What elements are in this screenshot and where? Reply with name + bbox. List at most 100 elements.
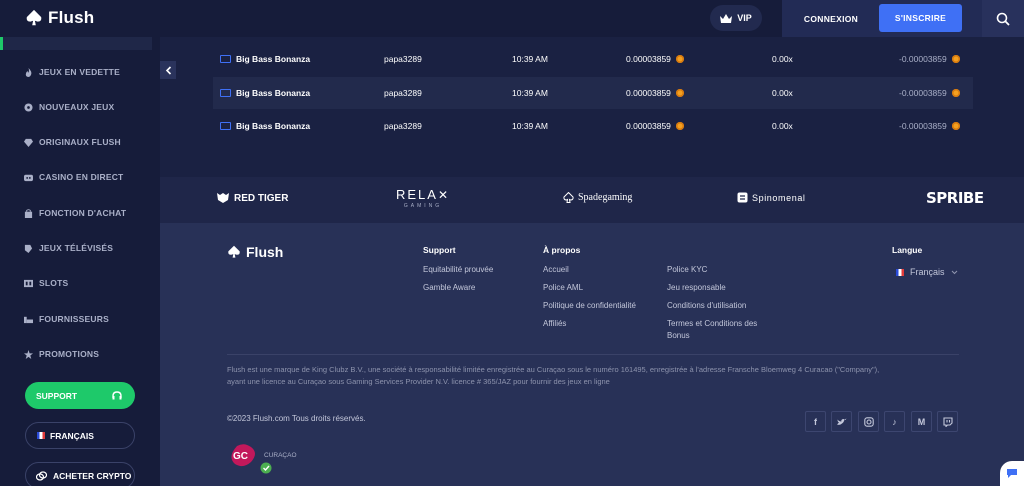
twitch-button[interactable]	[937, 411, 958, 432]
footer-link-home[interactable]: Accueil	[543, 265, 569, 274]
language-label: FRANÇAIS	[50, 430, 94, 441]
footer-legal-text: Flush est une marque de King Clubz B.V.,…	[227, 364, 947, 388]
footer-link-responsible-gaming[interactable]: Jeu responsable	[667, 283, 726, 292]
provider-spadegaming[interactable]: Spadegaming	[563, 192, 632, 203]
sidebar-item-tv-games[interactable]: JEUX TÉLÉVISÉS	[24, 243, 113, 253]
provider-spribe[interactable]: SPRIBE	[926, 189, 984, 207]
sidebar-item-label: FONCTION D'ACHAT	[39, 208, 127, 218]
gaming-curacao-seal[interactable]: GC CURAÇAO	[229, 442, 297, 474]
table-row: Big Bass Bonanza papa3289 10:39 AM 0.000…	[213, 110, 973, 142]
headset-icon	[112, 391, 122, 400]
game-cell[interactable]: Big Bass Bonanza	[220, 110, 310, 142]
provider-red-tiger[interactable]: RED TIGER	[216, 192, 288, 204]
sidebar-item-slots[interactable]: SLOTS	[24, 278, 68, 288]
sidebar-item-live-casino[interactable]: CASINO EN DIRECT	[24, 172, 123, 182]
footer-link-bonus-terms-cont[interactable]: Bonus	[667, 331, 690, 340]
game-name: Big Bass Bonanza	[236, 121, 311, 131]
spade-logo-icon	[26, 9, 42, 26]
sidebar-item-label: NOUVEAUX JEUX	[39, 102, 115, 112]
time-cell: 10:39 AM	[512, 121, 548, 131]
spade-logo-icon	[228, 245, 240, 258]
sidebar-item-label: SLOTS	[39, 278, 69, 288]
support-button[interactable]: SUPPORT	[25, 382, 135, 409]
footer-link-kyc-policy[interactable]: Police KYC	[667, 265, 707, 274]
sidebar-item-featured[interactable]: JEUX EN VEDETTE	[24, 67, 120, 77]
sidebar-item-buy-feature[interactable]: FONCTION D'ACHAT	[24, 208, 126, 218]
footer-link-gamble-aware[interactable]: Gamble Aware	[423, 283, 475, 292]
sidebar-item-promotions[interactable]: PROMOTIONS	[24, 349, 99, 359]
footer-divider	[227, 354, 959, 355]
payout-value: -0.00003859	[899, 121, 947, 131]
instagram-icon	[863, 416, 874, 427]
game-icon	[220, 89, 231, 97]
time-cell: 10:39 AM	[512, 54, 548, 64]
tiktok-icon: ♪	[892, 416, 897, 427]
amount-value: 0.00003859	[626, 88, 671, 98]
amount-value: 0.00003859	[626, 54, 671, 64]
twitter-button[interactable]	[831, 411, 852, 432]
sidebar-item-label: PROMOTIONS	[39, 349, 100, 359]
provider-name: Spadegaming	[578, 192, 633, 203]
language-button[interactable]: FRANÇAIS	[25, 422, 135, 449]
star-icon	[24, 349, 33, 359]
footer-support-heading: Support	[423, 245, 456, 255]
footer-link-privacy[interactable]: Politique de confidentialité	[543, 301, 636, 310]
amount-cell: 0.00003859	[626, 110, 684, 142]
chat-icon	[1007, 469, 1017, 478]
provider-spinomenal[interactable]: Spinomenal	[737, 192, 806, 203]
sidebar: JEUX EN VEDETTE NOUVEAUX JEUX ORIGINAUX …	[0, 37, 160, 486]
game-cell[interactable]: Big Bass Bonanza	[220, 43, 310, 75]
sidebar-item-originals[interactable]: ORIGINAUX FLUSH	[24, 137, 121, 147]
sidebar-item-new-games[interactable]: NOUVEAUX JEUX	[24, 102, 114, 112]
seal-text: CURAÇAO	[264, 452, 297, 459]
buy-crypto-button[interactable]: ACHETER CRYPTO	[25, 462, 135, 486]
chevron-down-icon	[951, 270, 957, 274]
providers-strip: RED TIGER RELA ✕ GAMING Spadegaming Spino…	[160, 177, 1024, 223]
footer-link-bonus-terms[interactable]: Termes et Conditions des	[667, 319, 757, 328]
footer-language-select[interactable]: Français	[896, 267, 958, 277]
chevron-left-icon	[165, 65, 171, 75]
vip-button[interactable]: VIP	[710, 5, 762, 31]
sidebar-item-providers[interactable]: FOURNISSEURS	[24, 314, 109, 324]
tiktok-button[interactable]: ♪	[884, 411, 905, 432]
france-flag-icon	[37, 432, 45, 439]
game-icon	[220, 55, 231, 63]
provider-relax[interactable]: RELA ✕ GAMING	[396, 187, 450, 209]
payout-value: -0.00003859	[899, 54, 947, 64]
login-button[interactable]: CONNEXION	[795, 5, 867, 32]
brand-logo[interactable]: Flush	[25, 8, 94, 28]
coin-icon	[951, 89, 960, 97]
search-button[interactable]	[982, 0, 1024, 37]
signup-button[interactable]: S'INSCRIRE	[879, 4, 962, 32]
new-badge-icon	[24, 102, 33, 112]
instagram-button[interactable]	[858, 411, 879, 432]
footer-link-terms[interactable]: Conditions d'utilisation	[667, 301, 746, 310]
game-cell[interactable]: Big Bass Bonanza	[220, 77, 310, 109]
provider-name: SPRIBE	[926, 189, 984, 207]
svg-text:GC: GC	[233, 451, 248, 462]
spade-icon	[563, 192, 574, 203]
footer-link-affiliates[interactable]: Affiliés	[543, 319, 566, 328]
footer-link-aml-policy[interactable]: Police AML	[543, 283, 583, 292]
game-icon	[220, 122, 231, 130]
coins-icon	[36, 470, 47, 481]
sidebar-active-item[interactable]	[0, 37, 152, 50]
game-name: Big Bass Bonanza	[236, 88, 311, 98]
facebook-button[interactable]: f	[805, 411, 826, 432]
payout-cell: -0.00003859	[899, 110, 960, 142]
live-chat-button[interactable]	[1000, 461, 1024, 486]
amount-cell: 0.00003859	[626, 43, 684, 75]
diamond-icon	[24, 138, 33, 147]
multiplier-cell: 0.00x	[772, 54, 793, 64]
tv-icon	[24, 244, 33, 253]
footer-link-provably-fair[interactable]: Equitabilité prouvée	[423, 265, 493, 274]
twitch-icon	[942, 416, 953, 427]
providers-icon	[24, 316, 33, 323]
legal-line: ayant une licence au Curaçao sous Gaming…	[227, 377, 610, 386]
collapse-sidebar-button[interactable]	[160, 61, 176, 79]
payout-cell: -0.00003859	[899, 77, 960, 109]
medium-button[interactable]: M	[911, 411, 932, 432]
user-cell: papa3289	[384, 88, 422, 98]
sidebar-item-label: JEUX TÉLÉVISÉS	[39, 243, 114, 253]
footer-logo[interactable]: Flush	[227, 244, 283, 260]
